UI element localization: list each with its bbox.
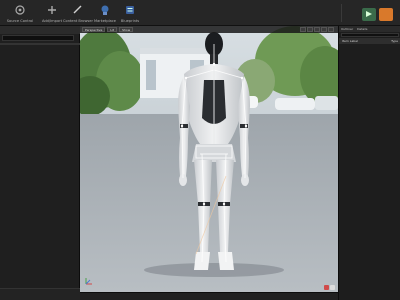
blueprints-button[interactable]: Blueprints — [118, 2, 142, 24]
viewport-lit-button[interactable]: Lit — [107, 27, 118, 32]
snap-scale-button[interactable] — [314, 27, 320, 32]
tab-outliner[interactable]: Outliner — [339, 26, 355, 32]
play-button[interactable] — [362, 8, 376, 21]
source-control-icon — [15, 5, 25, 15]
marketplace-icon — [101, 5, 109, 15]
modes-footer — [0, 288, 80, 300]
realtime-indicator-icon — [330, 285, 335, 290]
source-control-button[interactable]: Source Control — [6, 2, 34, 24]
play-icon — [366, 11, 372, 17]
viewport-scene — [80, 26, 338, 292]
tab-details[interactable]: Details — [355, 26, 369, 32]
viewport-status — [323, 285, 335, 290]
axis-gizmo-icon — [85, 278, 92, 285]
viewport-toolbar: Perspective Lit Show — [80, 26, 338, 33]
level-viewport[interactable]: Perspective Lit Show — [80, 26, 338, 292]
marketplace-label: Marketplace — [93, 19, 117, 23]
camera-speed-button[interactable] — [321, 27, 327, 32]
toolbar-divider — [341, 4, 342, 22]
launch-button[interactable] — [379, 8, 393, 21]
blueprints-label: Blueprints — [120, 19, 140, 23]
modes-divider — [0, 43, 80, 45]
content-browser-button[interactable]: Content Browser — [63, 2, 93, 24]
source-control-label: Source Control — [6, 19, 34, 23]
snap-rotation-button[interactable] — [307, 27, 313, 32]
modes-panel-header — [0, 26, 80, 34]
viewport-bottom-bar — [80, 292, 338, 300]
viewport-snap-controls — [299, 27, 334, 32]
main-toolbar: Source Control Add/Import Content Browse… — [0, 0, 400, 26]
modes-search-input[interactable] — [2, 35, 74, 41]
add-icon — [48, 6, 56, 14]
outliner-tabs: Outliner Details — [339, 26, 400, 32]
outliner-column-header: Item Label Type — [339, 38, 400, 44]
blueprint-icon — [126, 6, 134, 14]
viewport-perspective-button[interactable]: Perspective — [82, 27, 106, 32]
outliner-panel: Outliner Details Item Label Type — [338, 26, 400, 300]
editor-window: Source Control Add/Import Content Browse… — [0, 0, 400, 300]
column-type[interactable]: Type — [391, 38, 398, 44]
folder-icon — [73, 5, 82, 14]
modes-panel — [0, 26, 80, 300]
content-browser-label: Content Browser — [63, 19, 93, 23]
maximize-viewport-button[interactable] — [328, 27, 334, 32]
viewport-show-button[interactable]: Show — [119, 27, 134, 32]
marketplace-button[interactable]: Marketplace — [92, 2, 118, 24]
column-item-label[interactable]: Item Label — [342, 38, 358, 44]
snap-grid-button[interactable] — [300, 27, 306, 32]
add-import-button[interactable]: Add/Import — [40, 2, 64, 24]
add-import-label: Add/Import — [41, 19, 63, 23]
recording-indicator-icon — [324, 285, 329, 290]
outliner-search-input[interactable] — [341, 33, 399, 37]
